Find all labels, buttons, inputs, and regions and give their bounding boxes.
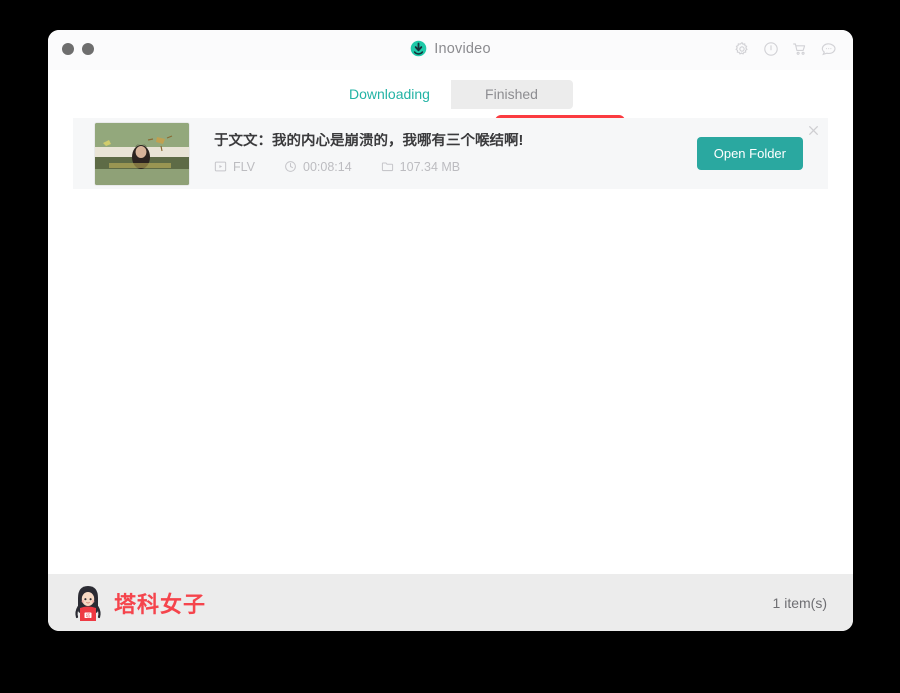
row-info: 于文文：我的内心是崩溃的，我哪有三个喉结啊! FLV 00:08:14 107.… <box>189 133 697 173</box>
maximize-dot[interactable] <box>82 43 94 55</box>
meta-size: 107.34 MB <box>381 160 460 174</box>
window-titlebar: Inovideo <box>48 30 853 70</box>
tab-downloading[interactable]: Downloading <box>328 79 451 109</box>
chat-icon[interactable] <box>821 41 837 57</box>
video-title: 于文文：我的内心是崩溃的，我哪有三个喉结啊! <box>214 133 524 150</box>
folder-icon <box>381 160 394 173</box>
meta-duration: 00:08:14 <box>284 160 352 174</box>
segmented-control: Downloading Finished <box>328 79 573 109</box>
status-bar: 塔 塔科女子 1 item(s) <box>48 574 853 631</box>
cart-icon[interactable] <box>792 41 808 57</box>
close-icon[interactable] <box>807 124 820 137</box>
watermark-label: 塔科女子 <box>114 592 207 618</box>
gear-icon[interactable] <box>734 41 750 57</box>
app-title: Inovideo <box>434 40 491 57</box>
tabbar: Downloading Finished <box>48 70 853 157</box>
meta-format-label: FLV <box>233 159 255 174</box>
video-thumbnail <box>95 122 189 185</box>
watermark: 塔 塔科女子 <box>70 583 206 623</box>
download-circle-icon <box>410 40 427 57</box>
table-row[interactable]: 于文文：我的内心是崩溃的，我哪有三个喉结啊! FLV 00:08:14 107.… <box>73 118 828 189</box>
row-actions: Open Folder <box>696 137 828 170</box>
video-metadata: FLV 00:08:14 107.34 MB <box>214 160 697 174</box>
clock-icon <box>284 160 297 173</box>
avatar: 塔 <box>70 583 106 623</box>
open-folder-button[interactable]: Open Folder <box>696 137 803 170</box>
window-traffic-lights <box>62 43 94 55</box>
app-window: Inovideo Downloading Finished 于文文：我的内心是崩… <box>48 30 853 631</box>
minimize-dot[interactable] <box>62 43 74 55</box>
tab-finished-label: Finished <box>485 86 538 102</box>
download-list: 于文文：我的内心是崩溃的，我哪有三个喉结啊! FLV 00:08:14 107.… <box>48 118 853 574</box>
tab-finished[interactable]: Finished <box>450 79 573 109</box>
meta-size-label: 107.34 MB <box>399 159 461 174</box>
item-count: 1 item(s) <box>772 594 827 611</box>
info-icon[interactable] <box>763 41 779 57</box>
screenshot-root: Inovideo Downloading Finished 于文文：我的内心是崩… <box>0 0 900 693</box>
video-file-icon <box>214 160 227 173</box>
titlebar-actions <box>734 41 837 57</box>
meta-duration-label: 00:08:14 <box>303 159 352 174</box>
meta-format: FLV <box>214 160 255 174</box>
tab-downloading-label: Downloading <box>349 86 430 102</box>
window-title-group: Inovideo <box>48 40 853 57</box>
